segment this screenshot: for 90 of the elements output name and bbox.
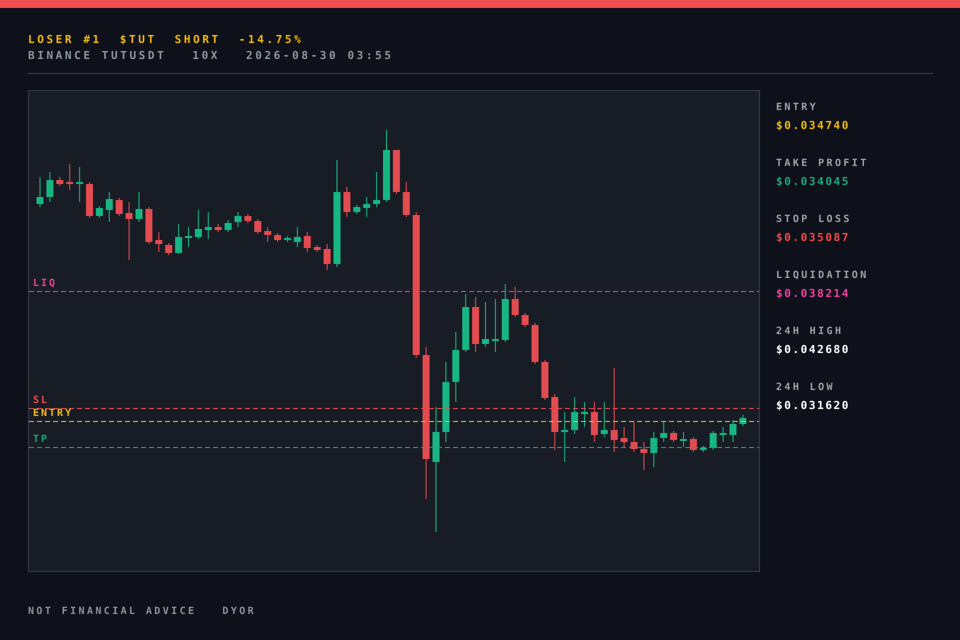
candle	[363, 196, 370, 218]
candle	[571, 396, 578, 434]
candle	[185, 226, 192, 248]
stat-value: $0.034740	[776, 120, 852, 132]
stat-label: 24H HIGH	[776, 326, 844, 338]
trade-meta: 2026-08-30 03:55	[246, 48, 394, 64]
candle	[204, 212, 212, 240]
candle	[46, 172, 54, 202]
candle	[462, 294, 470, 352]
candle	[690, 436, 697, 452]
candle	[353, 204, 360, 214]
candle	[294, 226, 301, 248]
candle	[402, 182, 410, 218]
candle	[710, 430, 717, 450]
candle	[680, 432, 687, 448]
disclaimer-text: NOT FINANCIAL ADVICE	[28, 606, 196, 617]
candle	[650, 432, 658, 468]
disclaimer-text: DYOR	[222, 606, 256, 617]
candle	[96, 206, 103, 218]
candle	[304, 232, 311, 252]
candle	[630, 422, 638, 452]
candle	[660, 422, 668, 442]
candle	[66, 164, 74, 190]
candle	[590, 402, 598, 442]
candle	[551, 394, 558, 450]
candle	[175, 224, 182, 254]
candle	[670, 430, 678, 442]
stat-value: $0.031620	[776, 400, 852, 412]
level-label: TP	[33, 434, 50, 445]
candle	[343, 186, 350, 218]
stat-label: ENTRY	[776, 102, 820, 114]
candle	[145, 206, 152, 244]
candle	[532, 322, 538, 364]
candle	[739, 414, 746, 426]
candle	[472, 296, 480, 352]
trade-title: LOSER #1	[28, 32, 102, 48]
candle	[56, 176, 64, 186]
candle	[581, 402, 588, 428]
candle	[452, 332, 460, 402]
candle	[730, 420, 736, 442]
candle	[640, 442, 648, 470]
candle	[234, 212, 242, 228]
candle	[86, 182, 93, 218]
candle	[522, 312, 529, 328]
candle	[76, 166, 84, 202]
trade-title: SHORT	[174, 32, 221, 48]
candle	[165, 242, 172, 256]
candle	[36, 176, 44, 208]
candle	[482, 302, 489, 348]
candle	[244, 214, 252, 224]
stat-label: STOP LOSS	[776, 214, 853, 226]
candle	[492, 298, 499, 352]
stat-value: $0.042680	[776, 344, 852, 356]
level-label: ENTRY	[33, 408, 74, 419]
candle	[373, 172, 380, 208]
trade-title: $TUT	[120, 32, 157, 48]
level-label: SL	[33, 395, 50, 406]
candle	[561, 412, 568, 462]
candle	[126, 202, 133, 260]
candle	[541, 360, 548, 400]
candle	[324, 244, 331, 270]
candle	[136, 192, 142, 222]
candle	[502, 284, 509, 342]
trade-meta: BINANCE TUTUSDT	[28, 48, 166, 64]
candle	[700, 446, 707, 452]
stat-value: $0.038214	[776, 288, 852, 300]
candle	[106, 192, 113, 222]
stat-label: TAKE PROFIT	[776, 158, 869, 170]
candle	[600, 402, 608, 438]
stat-value: $0.035087	[776, 232, 852, 244]
candle	[214, 224, 222, 232]
candle	[254, 218, 262, 234]
trade-meta: 10X	[192, 48, 220, 64]
trade-title: -14.75%	[238, 32, 304, 48]
candle	[512, 286, 519, 318]
level-label: LIQ	[33, 278, 58, 289]
candle	[314, 244, 321, 252]
candle	[392, 150, 400, 194]
candle	[155, 232, 162, 252]
candle	[284, 236, 291, 242]
stat-label: 24H LOW	[776, 382, 836, 394]
candle	[274, 232, 282, 242]
candle	[620, 426, 628, 448]
candle	[224, 220, 232, 232]
candle	[264, 226, 272, 242]
candle	[194, 210, 202, 240]
candle	[116, 198, 123, 216]
stat-value: $0.034045	[776, 176, 852, 188]
candle	[720, 426, 727, 442]
stat-label: LIQUIDATION	[776, 270, 869, 282]
